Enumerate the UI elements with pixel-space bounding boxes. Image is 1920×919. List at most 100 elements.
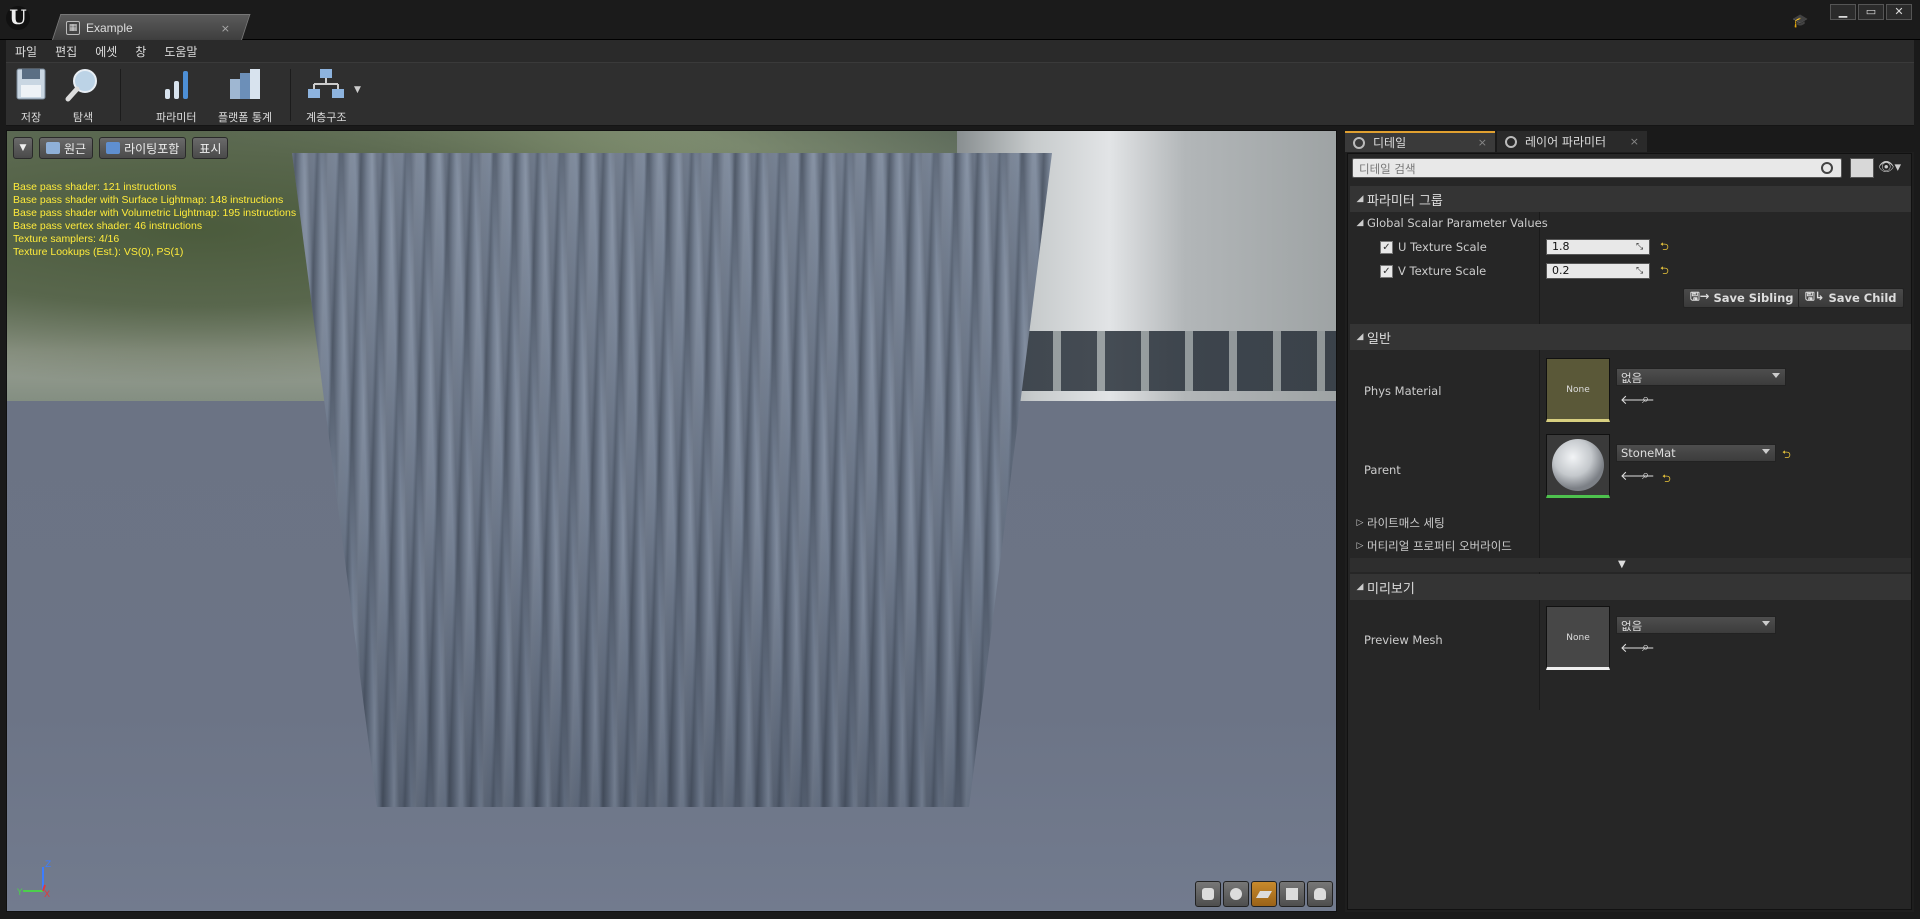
details-body: 디테일 검색 👁▾ ◢ 파라미터 그룹 ◢ Global Scalar Para… [1347,153,1912,910]
preview-viewport[interactable]: ▼ 원근 라이팅포함 표시 Base pass shader: 121 inst… [6,130,1337,912]
axis-y-label: Y [16,888,23,897]
menu-asset[interactable]: 에셋 [86,43,126,60]
browse-label: 탐색 [72,111,94,124]
parameters-button[interactable]: 파라미터 [156,67,196,125]
document-tab[interactable]: ▦ Example × [58,17,238,39]
plane-preview-button[interactable] [1251,881,1277,907]
subcategory-global-scalar[interactable]: ◢ Global Scalar Parameter Values [1350,212,1911,234]
viewport-options-button[interactable]: ▼ [13,137,33,159]
expand-arrow-icon: ▷ [1356,518,1364,528]
stat-line: Base pass vertex shader: 46 instructions [13,220,203,232]
parent-material-thumbnail[interactable] [1546,434,1610,498]
category-general[interactable]: ◢ 일반 [1350,324,1911,350]
lightmass-label: 라이트매스 세팅 [1367,516,1445,530]
property-parent: Parent StoneMat ⮌ 🡐 ⌕ ⮌ [1350,430,1911,506]
v-texture-scale-checkbox[interactable]: ✓ [1380,264,1393,278]
cylinder-preview-button[interactable] [1195,881,1221,907]
minimize-button[interactable]: ▁ [1830,4,1856,20]
menu-window[interactable]: 창 [126,43,155,60]
u-texture-scale-value: 1.8 [1552,240,1570,253]
category-label: 파라미터 그룹 [1367,193,1443,209]
unreal-logo-icon[interactable]: U [6,6,30,30]
cube-preview-button[interactable] [1279,881,1305,907]
category-parameter-group[interactable]: ◢ 파라미터 그룹 [1350,186,1911,212]
collapse-arrow-icon: ◢ [1356,332,1364,342]
restore-button[interactable]: ▭ [1858,4,1884,20]
tab-details[interactable]: 디테일 × [1345,131,1495,152]
use-selected-arrow-icon[interactable]: 🡐 [1620,468,1655,484]
chevron-down-icon: ▼ [19,143,27,153]
toolbar: 저장 탐색 파라미터 플랫폼 통계 계층구조 ▼ [6,62,1914,126]
axis-gizmo-icon: Z Y X [16,860,51,897]
browse-magnifier-icon[interactable]: ⌕ [1642,392,1649,407]
graduation-cap-icon[interactable]: 🎓 [1792,14,1810,29]
hierarchy-icon [308,69,345,98]
perspective-button[interactable]: 원근 [39,137,94,159]
use-selected-arrow-icon[interactable]: 🡐 [1620,640,1655,656]
collapse-arrow-icon: ◢ [1356,194,1364,204]
save-sibling-button[interactable]: 🖫→ Save Sibling [1683,288,1801,308]
sphere-icon [1230,888,1242,900]
reset-to-default-icon[interactable]: ⮌ [1660,262,1669,281]
cube-icon [1286,888,1298,900]
menu-bar: 파일 편집 에셋 창 도움말 [6,40,1914,62]
title-bar: U ▦ Example × 🎓 ▁ ▭ ✕ [0,0,1920,40]
platform-stats-button[interactable]: 플랫폼 통계 [218,67,272,125]
teapot-preview-button[interactable] [1307,881,1333,907]
u-texture-scale-text: U Texture Scale [1398,240,1487,254]
browse-magnifier-icon[interactable]: ⌕ [1642,468,1649,483]
browse-button[interactable]: 탐색 [64,67,102,125]
browse-magnifier-icon[interactable]: ⌕ [1642,640,1649,655]
close-tab-icon[interactable]: × [1630,135,1639,148]
details-search-input[interactable]: 디테일 검색 [1352,158,1842,178]
phys-material-thumbnail[interactable]: None [1546,358,1610,422]
panel-tabs: 디테일 × 레이어 파라미터 × [1345,128,1914,152]
category-lightmass-settings[interactable]: ▷ 라이트매스 세팅 [1350,512,1911,534]
preview-shape-buttons [1195,881,1333,907]
tab-layer-parameters[interactable]: 레이어 파라미터 × [1497,131,1647,152]
hierarchy-button[interactable]: 계층구조 [306,67,346,125]
u-texture-scale-input[interactable]: 1.8 ⤡ [1546,239,1650,255]
lit-mode-button[interactable]: 라이팅포함 [99,137,187,159]
advanced-expander[interactable]: ▼ [1350,558,1911,572]
preview-mesh-thumbnail[interactable]: None [1546,606,1610,670]
category-material-property-overrides[interactable]: ▷ 머티리얼 프로퍼티 오버라이드 [1350,535,1911,557]
phys-material-label: Phys Material [1364,384,1442,398]
sphere-preview-button[interactable] [1223,881,1249,907]
save-child-button[interactable]: 🖫↳ Save Child [1798,288,1904,308]
parent-material-combo[interactable]: StoneMat [1616,444,1776,462]
preview-mesh-combo[interactable]: 없음 [1616,616,1776,634]
platform-stats-icon [230,69,261,99]
reset-to-default-icon[interactable]: ⮌ [1662,470,1671,489]
save-buttons-row: 🖫→ Save Sibling 🖫↳ Save Child [1350,288,1911,310]
menu-help[interactable]: 도움말 [155,43,206,60]
view-options-button[interactable]: 👁▾ [1878,160,1906,176]
save-button[interactable]: 저장 [12,67,50,125]
hierarchy-dropdown-icon[interactable]: ▼ [354,85,361,95]
menu-file[interactable]: 파일 [6,43,46,60]
shader-stats: Base pass shader: 121 instructions Base … [13,181,296,259]
axis-x-label: X [44,890,50,897]
use-selected-arrow-icon[interactable]: 🡐 [1620,392,1655,408]
v-texture-scale-input[interactable]: 0.2 ⤡ [1546,263,1650,279]
save-sibling-icon: 🖫→ [1690,288,1710,303]
reset-to-default-icon[interactable]: ⮌ [1782,446,1791,465]
phys-material-combo[interactable]: 없음 [1616,368,1786,386]
magnifier-icon [1353,136,1365,149]
parameters-icon [165,71,189,99]
close-tab-icon[interactable]: × [221,22,230,35]
close-window-button[interactable]: ✕ [1886,4,1912,20]
save-label: 저장 [20,111,42,124]
chevron-down-icon [1762,449,1770,454]
category-preview[interactable]: ◢ 미리보기 [1350,574,1911,600]
close-tab-icon[interactable]: × [1478,136,1487,149]
material-override-label: 머티리얼 프로퍼티 오버라이드 [1367,539,1512,553]
platform-stats-label: 플랫폼 통계 [218,111,273,124]
property-matrix-button[interactable] [1850,158,1874,178]
show-button[interactable]: 표시 [192,137,229,159]
u-texture-scale-checkbox[interactable]: ✓ [1380,240,1393,254]
reset-to-default-icon[interactable]: ⮌ [1660,238,1669,257]
plane-icon [1255,890,1273,898]
menu-edit[interactable]: 편집 [46,43,86,60]
expand-arrow-icon: ▷ [1356,541,1364,551]
